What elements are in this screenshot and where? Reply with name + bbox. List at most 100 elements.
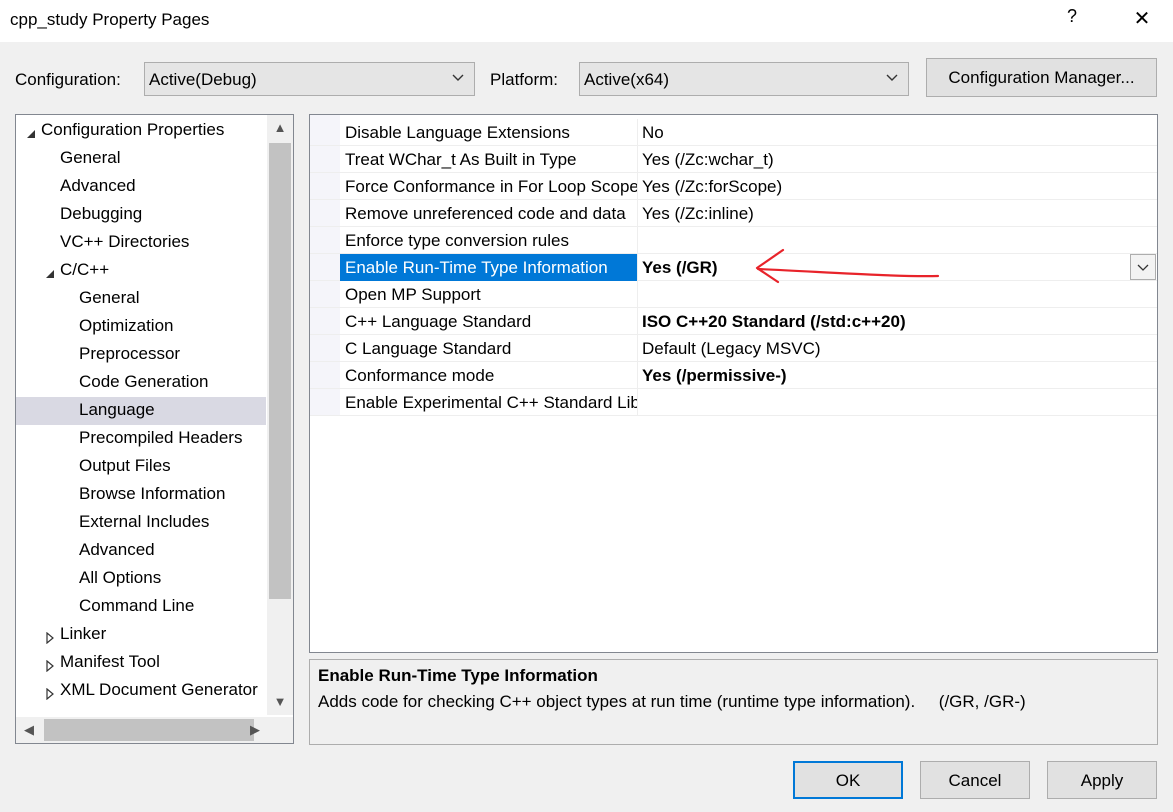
collapsed-triangle-icon[interactable] xyxy=(44,685,56,701)
tree-item-label: General xyxy=(79,288,140,307)
tree-vertical-scrollbar[interactable]: ▲ ▼ xyxy=(267,115,293,715)
tree-scroll-thumb[interactable] xyxy=(269,143,291,599)
property-value[interactable]: Default (Legacy MSVC) xyxy=(637,335,1157,362)
tree-item-label: Linker xyxy=(60,624,107,643)
tree-item-label: All Options xyxy=(79,568,162,587)
apply-button[interactable]: Apply xyxy=(1047,761,1157,799)
platform-label: Platform: xyxy=(490,70,559,89)
property-name: Treat WChar_t As Built in Type xyxy=(345,150,577,169)
property-row[interactable]: Enable Run-Time Type Information Yes (/GR… xyxy=(310,254,1157,281)
property-value[interactable]: ISO C++20 Standard (/std:c++20) xyxy=(637,308,1157,335)
tree-item-label: External Includes xyxy=(79,512,210,531)
property-row[interactable]: Disable Language Extensions No xyxy=(310,119,1157,146)
tree-item-label: Precompiled Headers xyxy=(79,428,243,447)
tree-horizontal-scrollbar[interactable]: ◀ ▶ xyxy=(16,717,293,743)
property-row[interactable]: Conformance mode Yes (/permissive-) xyxy=(310,362,1157,389)
property-value[interactable]: Yes (/Zc:inline) xyxy=(637,200,1157,227)
tree-item[interactable]: Output Files xyxy=(16,453,266,481)
expanded-triangle-icon[interactable] xyxy=(25,125,37,138)
property-value[interactable]: Yes (/Zc:forScope) xyxy=(637,173,1157,200)
property-value[interactable] xyxy=(637,389,1157,416)
tree-item[interactable]: General xyxy=(16,285,266,313)
help-button[interactable]: ? xyxy=(1060,6,1084,34)
tree-item[interactable]: Preprocessor xyxy=(16,341,266,369)
property-row[interactable]: C++ Language Standard ISO C++20 Standard … xyxy=(310,308,1157,335)
property-value[interactable]: Yes (/Zc:wchar_t) xyxy=(637,146,1157,173)
value-dropdown-button[interactable] xyxy=(1130,254,1156,280)
tree-item-label: Command Line xyxy=(79,596,195,615)
tree-item[interactable]: Command Line xyxy=(16,593,266,621)
scroll-left-icon[interactable]: ◀ xyxy=(16,717,42,743)
property-row[interactable]: C Language Standard Default (Legacy MSVC) xyxy=(310,335,1157,362)
tree-item-label: Language xyxy=(79,400,155,419)
property-name: Force Conformance in For Loop Scope xyxy=(345,177,637,196)
tree-item-label: XML Document Generator xyxy=(60,680,258,699)
property-row[interactable]: Treat WChar_t As Built in Type Yes (/Zc:w… xyxy=(310,146,1157,173)
tree-item-label: General xyxy=(60,148,121,167)
tree-item[interactable]: Manifest Tool xyxy=(16,649,266,677)
cancel-button[interactable]: Cancel xyxy=(920,761,1030,799)
scroll-right-icon[interactable]: ▶ xyxy=(242,717,268,743)
property-name: C++ Language Standard xyxy=(345,312,532,331)
ok-button[interactable]: OK xyxy=(793,761,903,799)
property-row[interactable]: Force Conformance in For Loop Scope Yes (… xyxy=(310,173,1157,200)
scroll-up-icon[interactable]: ▲ xyxy=(267,115,293,141)
tree-item[interactable]: Optimization xyxy=(16,313,266,341)
configuration-manager-button[interactable]: Configuration Manager... xyxy=(926,58,1157,97)
configuration-value: Active(Debug) xyxy=(149,70,257,89)
tree-item[interactable]: Code Generation xyxy=(16,369,266,397)
property-name: Enable Run-Time Type Information xyxy=(340,254,637,281)
property-name: Remove unreferenced code and data xyxy=(345,204,626,223)
tree-item[interactable]: Debugging xyxy=(16,201,266,229)
tree-item[interactable]: C/C++ xyxy=(16,257,266,285)
property-tree[interactable]: Configuration Properties General Advanced D… xyxy=(15,114,294,744)
tree-item[interactable]: Advanced xyxy=(16,173,266,201)
property-name: Conformance mode xyxy=(345,366,495,385)
tree-item-label: Optimization xyxy=(79,316,174,335)
tree-item-label: Manifest Tool xyxy=(60,652,160,671)
tree-item-label: Code Generation xyxy=(79,372,209,391)
platform-dropdown[interactable]: Active(x64) xyxy=(579,62,909,96)
description-panel: Enable Run-Time Type Information Adds co… xyxy=(309,659,1158,745)
expanded-triangle-icon[interactable] xyxy=(44,265,56,278)
tree-hscroll-thumb[interactable] xyxy=(44,719,254,741)
chevron-down-icon xyxy=(450,69,466,85)
property-row[interactable]: Remove unreferenced code and data Yes (/Z… xyxy=(310,200,1157,227)
collapsed-triangle-icon[interactable] xyxy=(44,657,56,673)
tree-item[interactable]: External Includes xyxy=(16,509,266,537)
tree-item[interactable]: Precompiled Headers xyxy=(16,425,266,453)
tree-item[interactable]: General xyxy=(16,145,266,173)
collapsed-triangle-icon[interactable] xyxy=(44,629,56,645)
property-name: Open MP Support xyxy=(345,285,481,304)
property-value[interactable] xyxy=(637,281,1157,308)
property-grid[interactable]: Disable Language Extensions No Treat WChar… xyxy=(309,114,1158,653)
scroll-down-icon[interactable]: ▼ xyxy=(267,689,293,715)
tree-item[interactable]: Linker xyxy=(16,621,266,649)
tree-item[interactable]: Configuration Properties xyxy=(16,117,266,145)
tree-item[interactable]: VC++ Directories xyxy=(16,229,266,257)
property-row[interactable]: Open MP Support xyxy=(310,281,1157,308)
description-title: Enable Run-Time Type Information xyxy=(318,666,598,685)
property-name: Enforce type conversion rules xyxy=(345,231,569,250)
property-name: Enable Experimental C++ Standard Library… xyxy=(345,393,637,412)
tree-item[interactable]: All Options xyxy=(16,565,266,593)
window-title: cpp_study Property Pages xyxy=(10,10,210,29)
tree-item-label: Debugging xyxy=(60,204,143,223)
tree-item-label: Advanced xyxy=(79,540,155,559)
title-bar: cpp_study Property Pages ? ✕ xyxy=(0,0,1173,42)
tree-item-label: Preprocessor xyxy=(79,344,181,363)
configuration-label: Configuration: xyxy=(15,70,121,89)
chevron-down-icon xyxy=(884,69,900,85)
close-button[interactable]: ✕ xyxy=(1128,6,1156,34)
property-row[interactable]: Enforce type conversion rules xyxy=(310,227,1157,254)
description-text: Adds code for checking C++ object types … xyxy=(318,692,1026,711)
tree-item[interactable]: Language xyxy=(16,397,266,425)
tree-item[interactable]: XML Document Generator xyxy=(16,677,266,705)
tree-item[interactable]: Browse Information xyxy=(16,481,266,509)
property-row[interactable]: Enable Experimental C++ Standard Library… xyxy=(310,389,1157,416)
property-name: Disable Language Extensions xyxy=(345,123,570,142)
configuration-dropdown[interactable]: Active(Debug) xyxy=(144,62,475,96)
property-value[interactable]: Yes (/permissive-) xyxy=(637,362,1157,389)
tree-item[interactable]: Advanced xyxy=(16,537,266,565)
property-value[interactable]: No xyxy=(637,119,1157,146)
